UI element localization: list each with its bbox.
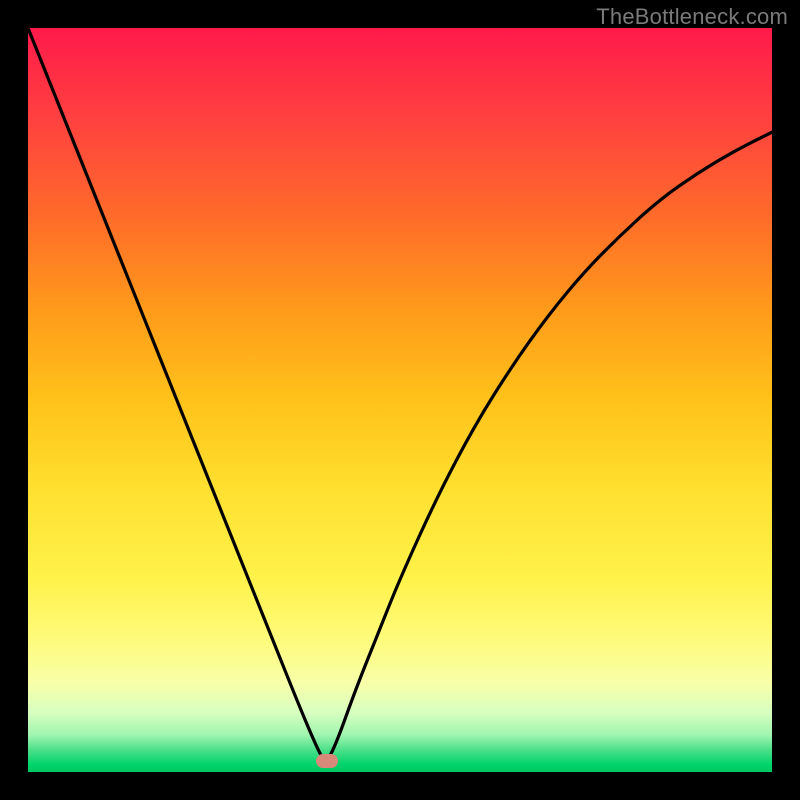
watermark-text: TheBottleneck.com <box>596 4 788 30</box>
bottleneck-curve <box>28 28 772 772</box>
chart-frame: TheBottleneck.com <box>0 0 800 800</box>
plot-area <box>28 28 772 772</box>
minimum-marker <box>316 754 338 768</box>
